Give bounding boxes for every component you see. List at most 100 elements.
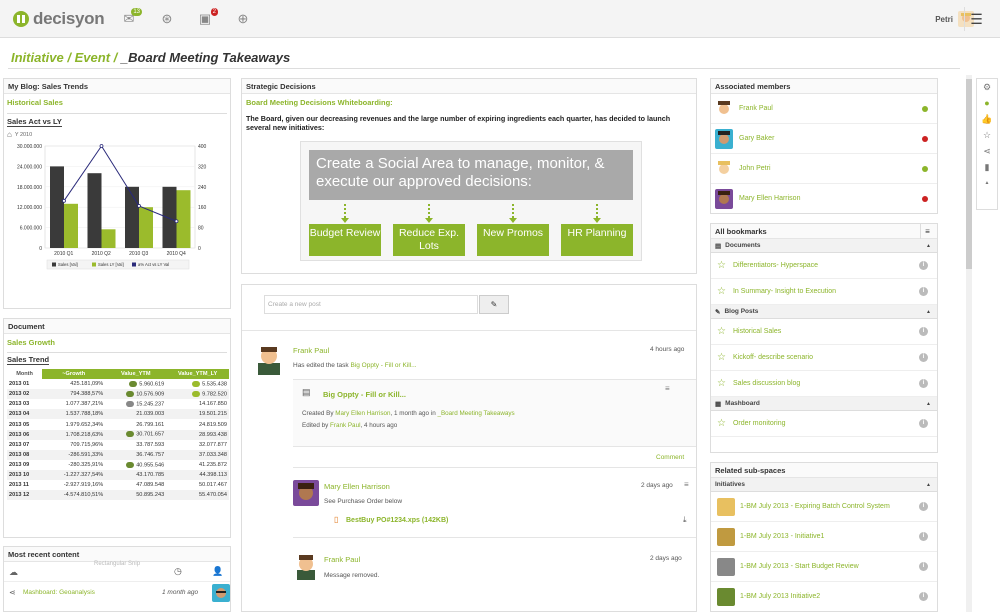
bookmark-section[interactable]: ✎ Blog Posts ▲ (711, 305, 937, 319)
subspace-label[interactable]: 1-BM July 2013 - Initiative1 (740, 533, 824, 540)
info-icon[interactable]: i (919, 592, 928, 601)
line-point[interactable] (137, 204, 141, 208)
hamburger-menu-icon[interactable]: ☰ (964, 7, 988, 31)
bar-sales-ly[interactable] (139, 207, 153, 248)
comment-button[interactable]: Comment (656, 454, 684, 461)
star-icon[interactable]: ☆ (717, 378, 726, 389)
line-point[interactable] (99, 144, 104, 148)
star-icon[interactable]: ☆ (717, 418, 726, 429)
bookmarks-menu-icon[interactable]: ≡ (920, 224, 934, 239)
bookmark-label[interactable]: Historical Sales (733, 328, 781, 335)
messages-button[interactable]: ✉ 13 (110, 0, 148, 38)
bookmark-item[interactable]: ☆ Sales discussion blog i (711, 371, 937, 397)
member-row[interactable]: Frank Paul (711, 94, 937, 124)
info-icon[interactable]: i (919, 379, 928, 388)
app-logo[interactable]: decisyon (12, 9, 105, 29)
bar-sales[interactable] (87, 173, 102, 248)
table-header-cell[interactable]: Value_YTM (105, 369, 167, 380)
subspace-item[interactable]: 1-BM July 2013 - Initiative1 i (711, 522, 937, 552)
info-icon[interactable]: i (919, 327, 928, 336)
member-row[interactable]: Gary Baker (711, 124, 937, 154)
post2-file-link[interactable]: BestBuy PO#1234.xps (142KB) (346, 517, 448, 524)
bookmark-label[interactable]: Order monitoring (733, 420, 786, 427)
table-header-cell[interactable]: ~Growth (42, 369, 106, 380)
comment-bubble-icon[interactable] (126, 431, 135, 438)
post2-author[interactable]: Mary Ellen Harrison (324, 482, 390, 491)
post3-author[interactable]: Frank Paul (324, 555, 360, 564)
pencil-icon[interactable]: ✎ (479, 295, 509, 314)
star-icon[interactable]: ☆ (717, 352, 726, 363)
breadcrumb-event[interactable]: Event (75, 50, 110, 65)
subspace-item[interactable]: 1-BM July 2013 Initiative2 i (711, 582, 937, 611)
info-icon[interactable]: i (919, 502, 928, 511)
recent-item-link[interactable]: Mashboard: Geoanalysis (23, 589, 95, 596)
info-icon[interactable]: i (919, 353, 928, 362)
user-green-icon[interactable]: ● (977, 95, 997, 111)
task-title[interactable]: Big Oppty - Fill or Kill... (323, 390, 406, 399)
table-header-cell[interactable]: Month (7, 369, 43, 380)
user-icon[interactable]: 👤 (212, 566, 223, 577)
breadcrumb-initiative[interactable]: Initiative (11, 50, 64, 65)
new-post-input[interactable]: Create a new post (264, 295, 478, 314)
share-tool-icon[interactable]: ⋖ (977, 143, 997, 159)
task-created-by[interactable]: Mary Ellen Harrison (335, 410, 390, 417)
star-outline-icon[interactable]: ☆ (977, 127, 997, 143)
line-point[interactable] (174, 219, 179, 224)
page-scrollbar[interactable] (966, 75, 972, 612)
info-icon[interactable]: i (919, 419, 928, 428)
comment-bubble-icon[interactable] (192, 380, 201, 387)
bookmark-label[interactable]: Sales discussion blog (733, 380, 800, 387)
info-icon[interactable]: i (919, 532, 928, 541)
bar-sales[interactable] (125, 186, 139, 248)
post2-menu-icon[interactable]: ≡ (684, 480, 689, 489)
home-icon[interactable]: ⌂ (7, 130, 12, 139)
decision-reduce-exp-lots[interactable]: Reduce Exp. Lots (393, 224, 465, 256)
feed-button[interactable]: ⊛ (148, 0, 186, 38)
thumbs-up-icon[interactable]: 👍 (977, 111, 997, 127)
star-icon[interactable]: ☆ (717, 260, 726, 271)
bookmark-item[interactable]: ☆ In Summary- Insight to Execution i (711, 279, 937, 305)
comment-bubble-icon[interactable] (129, 380, 138, 387)
decision-new-promos[interactable]: New Promos (477, 224, 549, 256)
task-menu-icon[interactable]: ≡ (665, 384, 670, 393)
post1-task-link[interactable]: Big Oppty - Fill or Kill... (350, 362, 416, 369)
bookmark-section[interactable]: ▦ Mashboard ▲ (711, 397, 937, 411)
comment-bubble-icon[interactable] (126, 401, 135, 408)
bookmark-item[interactable]: ☆ Kickoff- describe scenario i (711, 345, 937, 371)
bar-sales[interactable] (162, 186, 177, 248)
comment-bubble-icon[interactable] (126, 461, 135, 468)
bookmark-icon[interactable]: ▮ (977, 159, 997, 175)
subspace-label[interactable]: 1-BM July 2013 - Expiring Batch Control … (740, 503, 890, 510)
clock-icon[interactable]: ◷ (174, 566, 182, 577)
star-icon[interactable]: ☆ (717, 286, 726, 297)
line-point[interactable] (62, 198, 66, 203)
decision-hr-planning[interactable]: HR Planning (561, 224, 633, 256)
post1-author[interactable]: Frank Paul (293, 346, 329, 355)
table-header-cell[interactable]: Value_YTM_LY (166, 369, 229, 380)
bookmark-item[interactable]: ☆ Differentiators- Hyperspace i (711, 253, 937, 279)
subspaces-section-initiatives[interactable]: Initiatives ▲ (711, 478, 937, 492)
task-created-in[interactable]: _Board Meeting Takeaways (437, 410, 514, 417)
bar-sales[interactable] (50, 166, 64, 248)
chart-breadcrumb[interactable]: Y 2010 (15, 132, 32, 138)
collapse-icon[interactable]: ▲ (926, 243, 931, 249)
member-name[interactable]: Frank Paul (739, 105, 773, 112)
comment-bubble-icon[interactable] (126, 390, 135, 397)
subspace-label[interactable]: 1-BM July 2013 Initiative2 (740, 593, 820, 600)
subspace-item[interactable]: 1-BM July 2013 - Start Budget Review i (711, 552, 937, 582)
bookmark-label[interactable]: In Summary- Insight to Execution (733, 288, 836, 295)
bar-sales-ly[interactable] (176, 190, 191, 248)
bookmark-item[interactable]: ☆ Historical Sales i (711, 319, 937, 345)
star-icon[interactable]: ☆ (717, 326, 726, 337)
comment-bubble-icon[interactable] (192, 390, 201, 397)
page-scrollbar-thumb[interactable] (966, 79, 972, 269)
download-icon[interactable]: ⤓ (683, 515, 687, 525)
info-icon[interactable]: i (919, 287, 928, 296)
task-edited-by[interactable]: Frank Paul (330, 422, 360, 429)
tasks-button[interactable]: ▣ 2 (186, 0, 224, 38)
bookmark-label[interactable]: Kickoff- describe scenario (733, 354, 813, 361)
add-button[interactable]: ⊕ (224, 0, 262, 38)
cloud-icon[interactable]: ☁ (9, 567, 18, 578)
bookmark-label[interactable]: Differentiators- Hyperspace (733, 262, 818, 269)
bar-sales-ly[interactable] (101, 229, 116, 248)
